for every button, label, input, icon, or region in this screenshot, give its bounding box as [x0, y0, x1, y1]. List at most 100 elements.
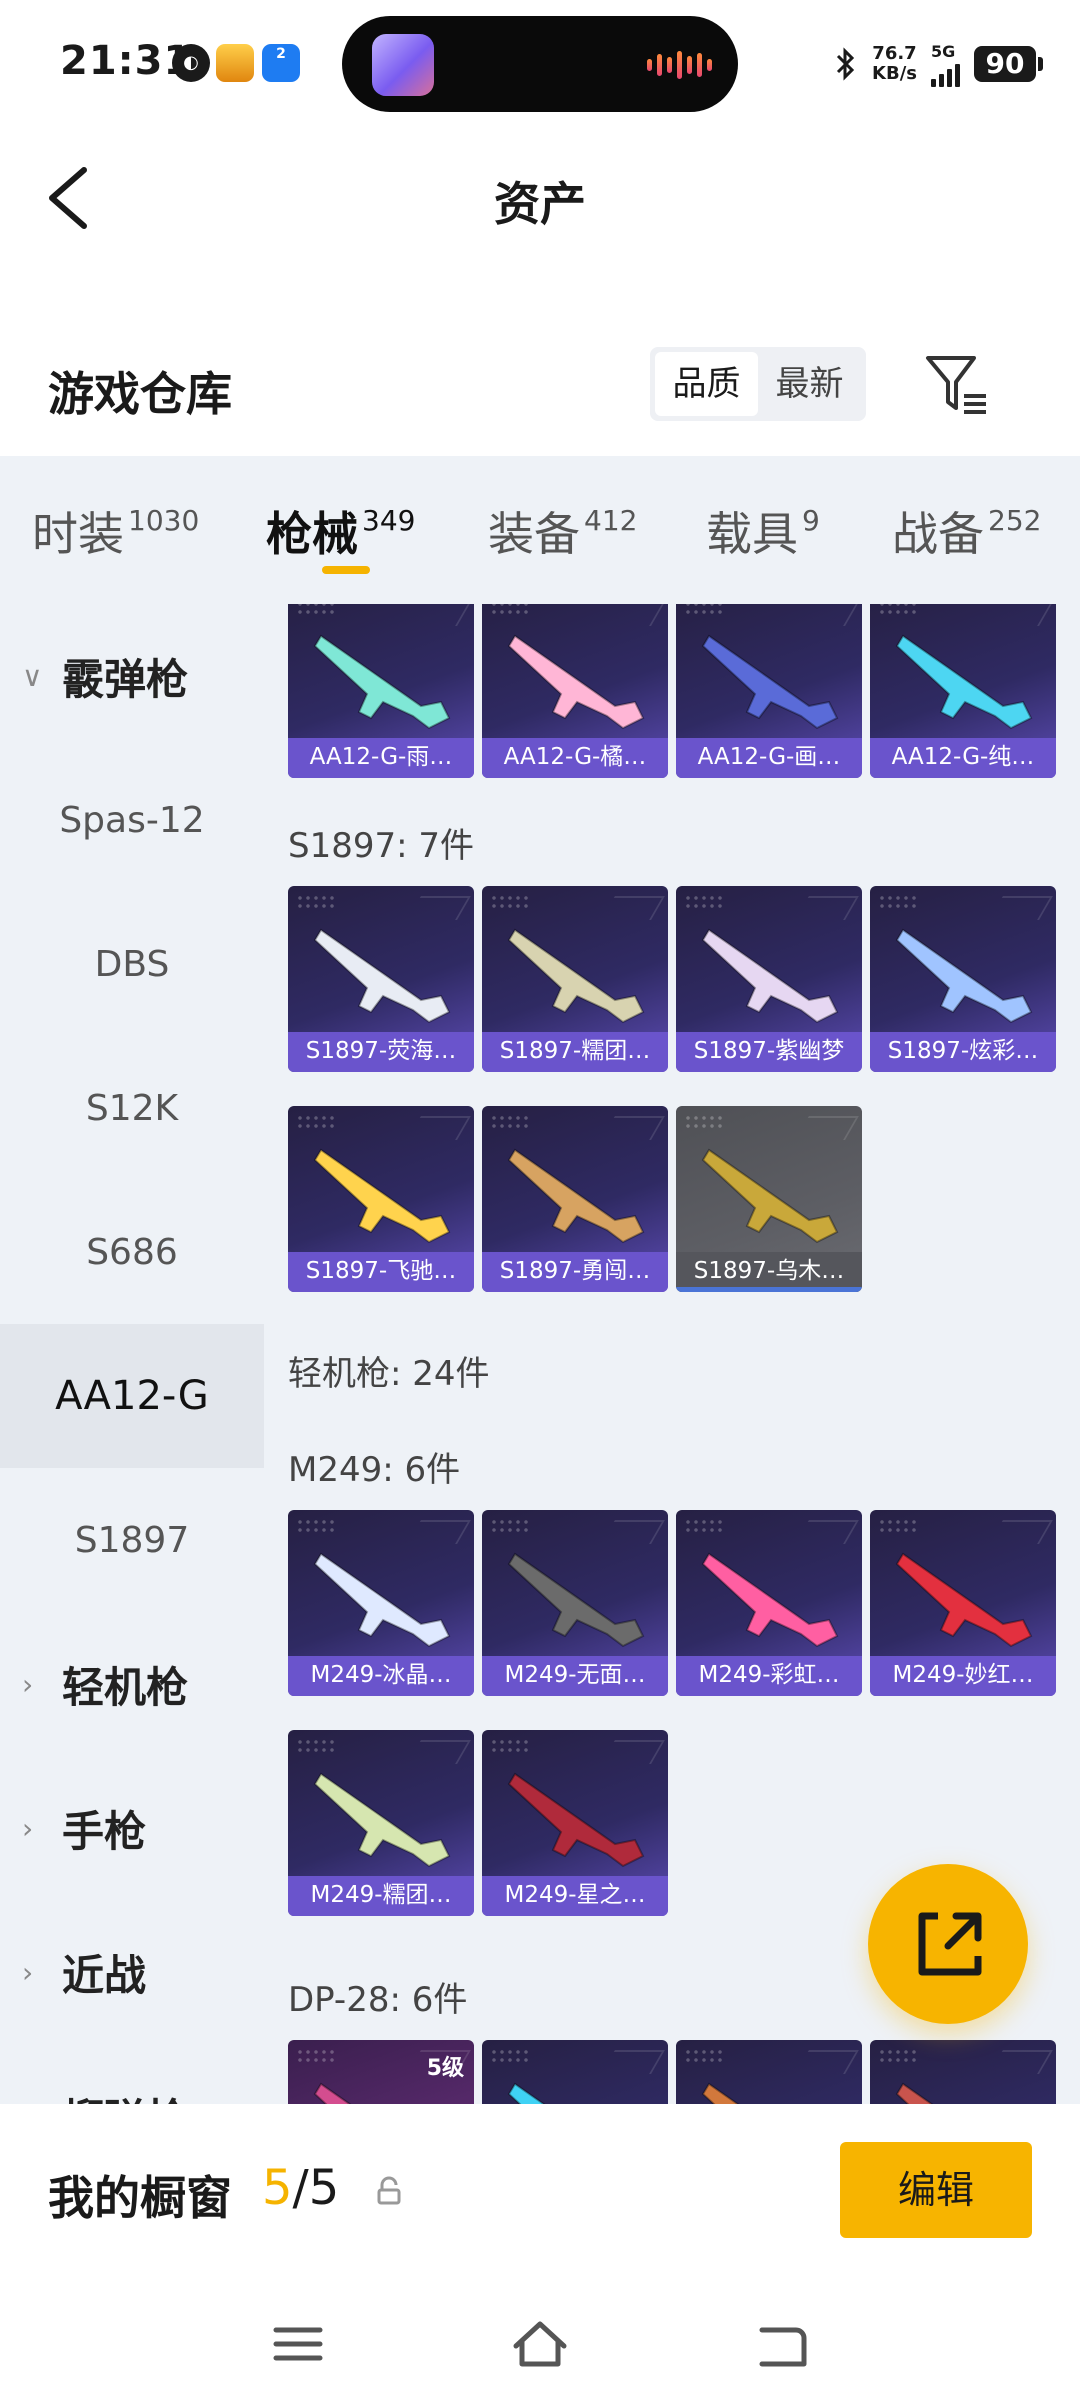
sidebar-group-lmg[interactable]: › 轻机枪: [0, 1612, 264, 1756]
weapon-card[interactable]: AA12-G-橘…: [482, 604, 668, 778]
sort-newest-button[interactable]: 最新: [758, 352, 861, 416]
weapon-card[interactable]: S1897-荧海…: [288, 886, 474, 1072]
bluetooth-icon: [836, 47, 855, 81]
network-speed: 76.7 KB/s: [872, 44, 917, 84]
app-screen: { "status_bar": { "time": "21:31", "net_…: [0, 0, 1080, 2400]
cell-signal: 5G: [931, 42, 960, 87]
status-right: 76.7 KB/s 5G 90: [832, 34, 1043, 94]
weapon-card[interactable]: [482, 2040, 668, 2104]
edit-button[interactable]: 编辑: [840, 2142, 1032, 2238]
weapon-card[interactable]: S1897-勇闯…: [482, 1106, 668, 1292]
weapon-icon: [895, 1552, 1033, 1648]
active-tab-indicator: [322, 566, 370, 574]
weapon-card-name: M249-彩虹…: [676, 1656, 862, 1696]
tab-supplies[interactable]: 战备 252: [892, 498, 1041, 564]
tab-equipment[interactable]: 装备 412: [488, 498, 637, 564]
return-icon[interactable]: [754, 2316, 810, 2372]
weapon-card[interactable]: M249-糯团…: [288, 1730, 474, 1916]
chevron-right-icon: ›: [22, 1811, 34, 1845]
weapon-card-name: S1897-勇闯…: [482, 1252, 668, 1292]
weapon-card-name: AA12-G-纯…: [870, 738, 1056, 778]
sidebar-group-shotgun[interactable]: ∨ 霰弹枪: [0, 604, 264, 748]
tab-fashion[interactable]: 时装 1030: [32, 498, 199, 564]
section-label-dp28: DP-28: 6件: [288, 1980, 468, 2020]
page-title: 资产: [494, 177, 586, 231]
weapon-card[interactable]: [870, 2040, 1056, 2104]
weapon-card[interactable]: AA12-G-纯…: [870, 604, 1056, 778]
network-speed-unit: KB/s: [872, 63, 917, 84]
sidebar-item-aa12g[interactable]: AA12-G: [0, 1324, 264, 1468]
section-label-lmg: 轻机枪: 24件: [288, 1354, 490, 1394]
weapon-card-name: M249-无面…: [482, 1656, 668, 1696]
menu-icon[interactable]: [270, 2316, 326, 2372]
sort-quality-button[interactable]: 品质: [655, 352, 758, 416]
sidebar-group-pistol[interactable]: › 手枪: [0, 1756, 264, 1900]
weapon-card[interactable]: 5级: [288, 2040, 474, 2104]
chevron-down-icon: ∨: [22, 659, 43, 693]
weapon-icon: [895, 928, 1033, 1024]
tab-vehicles[interactable]: 载具 9: [706, 498, 820, 564]
audio-wave-icon: [647, 50, 712, 80]
sidebar-item-dbs[interactable]: DBS: [0, 892, 264, 1036]
weapon-card-name: AA12-G-画…: [676, 738, 862, 778]
tab-label: 战备: [892, 507, 984, 561]
weapon-card[interactable]: S1897-紫幽梦: [676, 886, 862, 1072]
weapon-icon: [895, 634, 1033, 730]
section-label-s1897: S1897: 7件: [288, 826, 475, 866]
weapon-card-name: M249-星之…: [482, 1876, 668, 1916]
sidebar-item-s12k[interactable]: S12K: [0, 1036, 264, 1180]
showcase-count: 5/5: [262, 2160, 339, 2216]
weapon-card[interactable]: M249-彩虹…: [676, 1510, 862, 1696]
sidebar-item-label: 轻机枪: [62, 1662, 189, 1712]
weapon-icon: [701, 1552, 839, 1648]
weapon-card-name: AA12-G-橘…: [482, 738, 668, 778]
weapon-card[interactable]: [676, 2040, 862, 2104]
weapon-icon: [507, 1148, 645, 1244]
sidebar-item-label: 手枪: [62, 1806, 147, 1856]
weapon-card[interactable]: M249-无面…: [482, 1510, 668, 1696]
sidebar-group-melee[interactable]: › 近战: [0, 1900, 264, 2044]
weapon-card[interactable]: S1897-糯团…: [482, 886, 668, 1072]
lock-icon: [377, 2176, 401, 2205]
weapon-card[interactable]: M249-冰晶…: [288, 1510, 474, 1696]
weapon-card-name: M249-糯团…: [288, 1876, 474, 1916]
weapon-card[interactable]: M249-星之…: [482, 1730, 668, 1916]
sidebar-item-label: 榴弹枪: [62, 2086, 188, 2105]
media-avatar: [372, 34, 434, 96]
signal-bars-icon: [931, 61, 960, 87]
sidebar-item-spas12[interactable]: Spas-12: [0, 748, 264, 892]
filter-icon[interactable]: [922, 350, 992, 420]
category-tabs: 时装 1030 枪械 349 装备 412 载具 9 战备 252: [0, 456, 1080, 604]
weapon-card[interactable]: M249-妙红…: [870, 1510, 1056, 1696]
dynamic-island[interactable]: [342, 16, 738, 112]
weapon-icon: [701, 1148, 839, 1244]
weapon-card[interactable]: AA12-G-雨…: [288, 604, 474, 778]
sidebar-item-s686[interactable]: S686: [0, 1180, 264, 1324]
weapon-card[interactable]: AA12-G-画…: [676, 604, 862, 778]
home-icon[interactable]: [512, 2316, 568, 2372]
share-button[interactable]: [868, 1864, 1028, 2024]
app-notification-icon: ◐: [172, 44, 210, 82]
weapon-card[interactable]: S1897-炫彩…: [870, 886, 1056, 1072]
sidebar-group-grenade-launcher[interactable]: ›榴弹枪: [0, 2044, 264, 2105]
weapon-icon: [507, 1772, 645, 1868]
weapon-card[interactable]: S1897-飞驰…: [288, 1106, 474, 1292]
weapon-icon: [507, 2082, 546, 2104]
weapon-card-name: M249-冰晶…: [288, 1656, 474, 1696]
game-notification-icon: [216, 44, 254, 82]
tab-count: 9: [802, 504, 820, 537]
showcase-bar: 我的橱窗 5/5 编辑: [0, 2104, 1080, 2400]
tab-firearms[interactable]: 枪械 349: [266, 498, 415, 564]
warehouse-title: 游戏仓库: [48, 367, 232, 421]
weapon-icon: [895, 2082, 934, 2104]
weapon-icon: [701, 928, 839, 1024]
weapon-icon: [507, 1552, 645, 1648]
weapon-card-name: S1897-紫幽梦: [676, 1032, 862, 1072]
weapon-card[interactable]: S1897-乌木…: [676, 1106, 862, 1292]
weapon-card-name: S1897-飞驰…: [288, 1252, 474, 1292]
tab-count: 252: [988, 504, 1042, 537]
network-speed-value: 76.7: [872, 43, 917, 64]
sidebar-item-s1897[interactable]: S1897: [0, 1468, 264, 1612]
tab-label: 时装: [32, 507, 124, 561]
tab-label: 载具: [706, 507, 798, 561]
